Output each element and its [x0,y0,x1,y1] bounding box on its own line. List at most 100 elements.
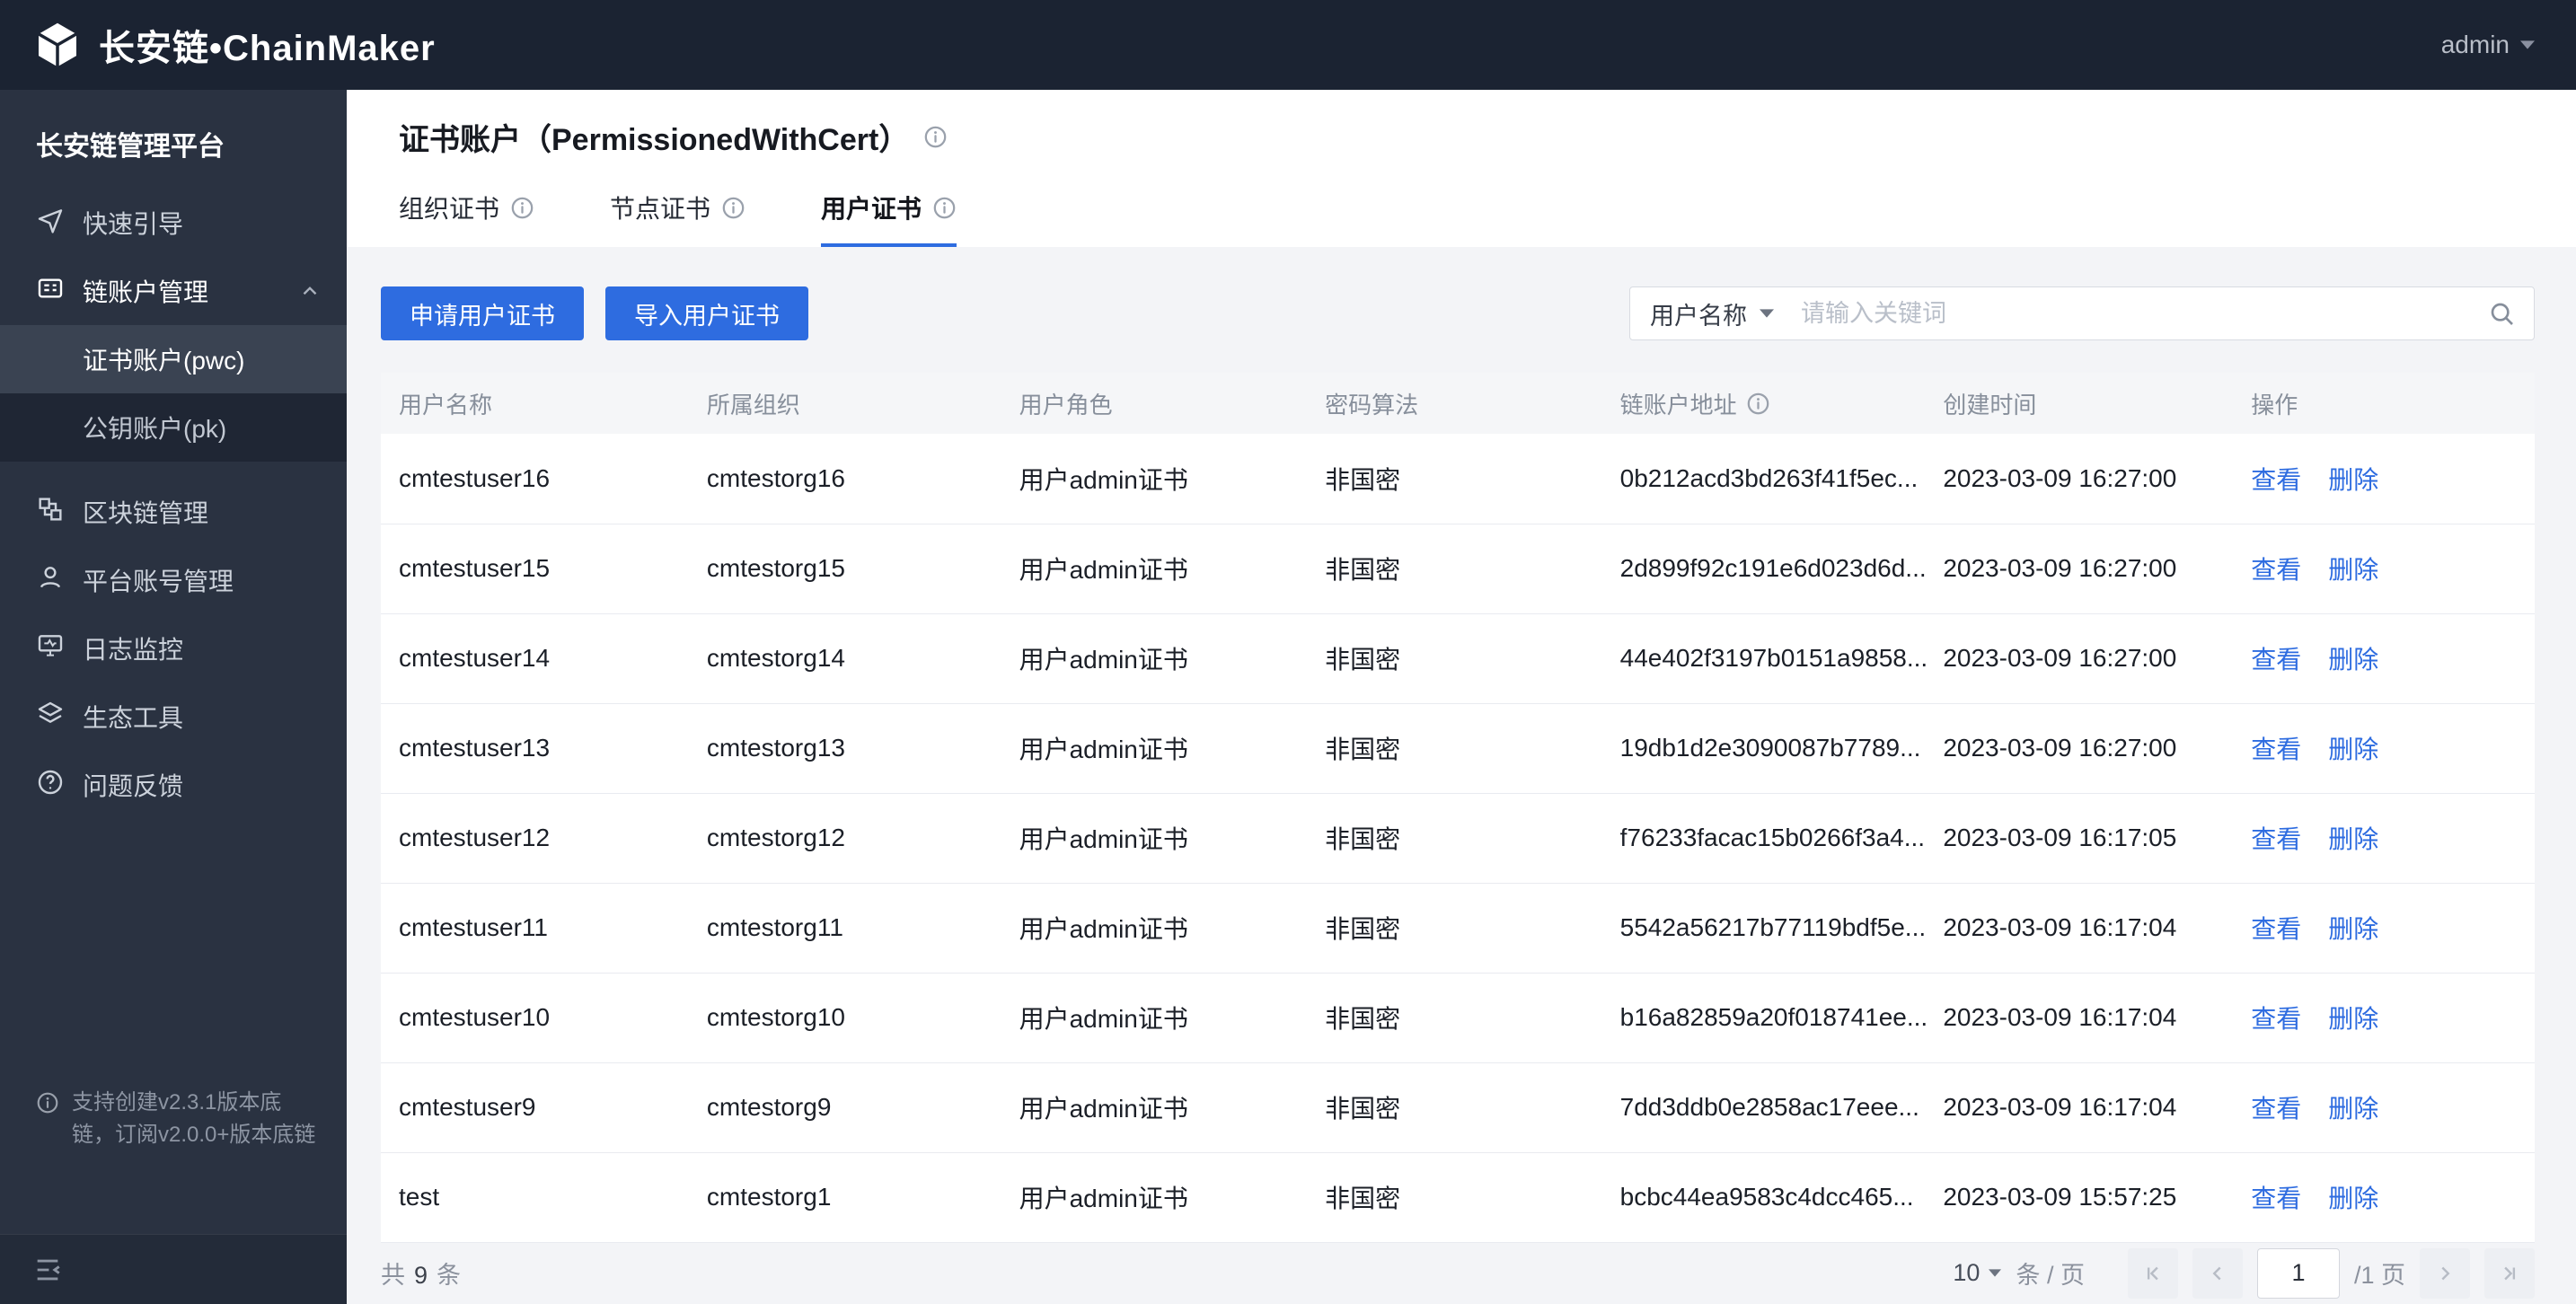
sidebar-item-chain-accounts[interactable]: 链账户管理 [0,257,347,325]
cell-org: cmtestorg12 [688,793,1001,884]
last-page-button[interactable] [2484,1247,2535,1299]
sidebar: 长安链管理平台 快速引导 链账户管理 证书账户(pwc) 公钥账户(pk) 区块… [0,90,347,1304]
topbar: 长安链•ChainMaker admin [0,0,2576,90]
cell-created: 2023-03-09 16:17:05 [1925,793,2234,884]
tab-info-icon[interactable] [932,196,957,220]
search-field-value: 用户名称 [1650,302,1747,330]
page-title: 证书账户（PermissionedWithCert） [399,123,910,157]
cell-actions: 查看 删除 [2233,973,2535,1063]
page-size-select[interactable]: 10 [1953,1259,2002,1287]
cell-algorithm: 非国密 [1307,703,1602,794]
delete-link[interactable]: 删除 [2328,466,2378,494]
import-user-cert-button[interactable]: 导入用户证书 [605,286,808,340]
tab-user-cert[interactable]: 用户证书 [821,189,957,247]
view-link[interactable]: 查看 [2251,466,2301,494]
cell-user-name: cmtestuser11 [381,883,689,974]
table-footer: 共9条 10 条 / 页 1 /1 页 [381,1243,2535,1304]
tab-node-cert[interactable]: 节点证书 [610,189,745,247]
total-count-value: 9 [414,1262,428,1290]
delete-link[interactable]: 删除 [2328,736,2378,763]
cell-algorithm: 非国密 [1307,524,1602,614]
cell-address: b16a82859a20f018741ee... [1601,973,1928,1063]
view-link[interactable]: 查看 [2251,1095,2301,1123]
delete-link[interactable]: 删除 [2328,556,2378,584]
search-icon[interactable] [2469,299,2534,328]
tab-info-icon[interactable] [510,196,534,220]
cell-role: 用户admin证书 [1001,883,1308,974]
sidebar-subitem-label: 公钥账户(pk) [83,415,227,443]
table-row: cmtestuser11 cmtestorg11 用户admin证书 非国密 5… [381,883,2535,974]
sidebar-item-eco-tools[interactable]: 生态工具 [0,683,347,751]
search-bar: 用户名称 [1629,286,2535,340]
tabs: 组织证书 节点证书 用户证书 [399,189,2535,247]
first-page-button[interactable] [2127,1247,2178,1299]
view-link[interactable]: 查看 [2251,646,2301,674]
sidebar-item-platform-accounts[interactable]: 平台账号管理 [0,546,347,614]
collapse-sidebar-icon[interactable] [32,1255,63,1285]
sidebar-item-label: 生态工具 [83,704,184,732]
view-link[interactable]: 查看 [2251,825,2301,853]
sidebar-item-public-key-account-pk[interactable]: 公钥账户(pk) [0,393,347,462]
delete-link[interactable]: 删除 [2328,1095,2378,1123]
page-title-info-icon[interactable] [923,125,948,149]
tab-info-icon[interactable] [721,196,745,220]
id-card-icon [36,274,65,309]
next-page-button[interactable] [2420,1247,2470,1299]
prev-page-button[interactable] [2192,1247,2243,1299]
cell-created: 2023-03-09 16:27:00 [1925,434,2234,524]
cell-created: 2023-03-09 15:57:25 [1925,1152,2234,1243]
cell-actions: 查看 删除 [2233,524,2535,614]
sidebar-subitem-label: 证书账户(pwc) [83,347,245,374]
sidebar-item-cert-account-pwc[interactable]: 证书账户(pwc) [0,325,347,393]
cell-org: cmtestorg10 [688,973,1001,1063]
cell-algorithm: 非国密 [1307,1062,1602,1153]
cell-org: cmtestorg11 [688,883,1001,974]
apply-user-cert-button[interactable]: 申请用户证书 [381,286,584,340]
cell-actions: 查看 删除 [2233,434,2535,524]
sidebar-item-blockchain-management[interactable]: 区块链管理 [0,478,347,546]
sidebar-item-feedback[interactable]: 问题反馈 [0,751,347,819]
sidebar-item-quick-guide[interactable]: 快速引导 [0,189,347,257]
view-link[interactable]: 查看 [2251,915,2301,943]
current-page-input[interactable] [2256,1247,2340,1299]
address-info-icon[interactable] [1746,392,1770,416]
delete-link[interactable]: 删除 [2328,825,2378,853]
version-note-text: 支持创建v2.3.1版本底链，订阅v2.0.0+版本底链 [72,1090,316,1147]
user-menu[interactable]: admin [2441,31,2535,59]
tab-label: 组织证书 [399,195,500,223]
table-row: cmtestuser12 cmtestorg12 用户admin证书 非国密 f… [381,793,2535,884]
view-link[interactable]: 查看 [2251,556,2301,584]
tab-org-cert[interactable]: 组织证书 [399,189,534,247]
cell-org: cmtestorg1 [688,1152,1001,1243]
layout: 长安链管理平台 快速引导 链账户管理 证书账户(pwc) 公钥账户(pk) 区块… [0,90,2576,1304]
cell-created: 2023-03-09 16:27:00 [1925,703,2234,794]
cell-role: 用户admin证书 [1001,703,1308,794]
question-circle-icon [36,768,65,803]
view-link[interactable]: 查看 [2251,736,2301,763]
blocks-icon [36,495,65,530]
cell-address: 44e402f3197b0151a9858... [1601,613,1928,704]
page-size-unit: 条 / 页 [2016,1262,2085,1290]
table-body: cmtestuser16 cmtestorg16 用户admin证书 非国密 0… [381,434,2535,1243]
view-link[interactable]: 查看 [2251,1185,2301,1212]
cell-algorithm: 非国密 [1307,434,1602,524]
search-input[interactable] [1794,287,2469,339]
delete-link[interactable]: 删除 [2328,1185,2378,1212]
delete-link[interactable]: 删除 [2328,646,2378,674]
col-org: 所属组织 [688,373,1001,434]
sidebar-bottom-bar [0,1234,347,1304]
view-link[interactable]: 查看 [2251,1005,2301,1033]
cell-created: 2023-03-09 16:17:04 [1925,883,2234,974]
search-field-select[interactable]: 用户名称 [1630,287,1794,339]
sidebar-item-log-monitor[interactable]: 日志监控 [0,614,347,683]
pagination: 10 条 / 页 /1 页 [1953,1247,2535,1299]
chevron-up-icon [298,279,322,303]
chevron-down-icon [1989,1269,2002,1277]
delete-link[interactable]: 删除 [2328,915,2378,943]
cell-created: 2023-03-09 16:27:00 [1925,524,2234,614]
main-area: 证书账户（PermissionedWithCert） 组织证书 节点证书 用户证… [347,90,2576,1304]
delete-link[interactable]: 删除 [2328,1005,2378,1033]
cell-algorithm: 非国密 [1307,1152,1602,1243]
cell-actions: 查看 删除 [2233,1062,2535,1153]
